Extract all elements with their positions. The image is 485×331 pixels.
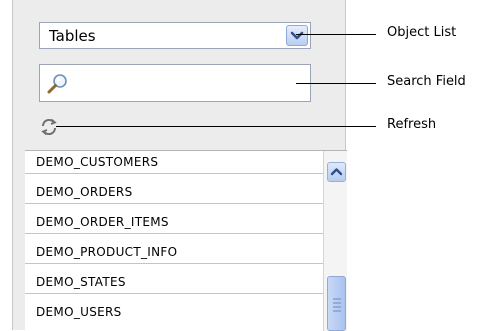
object-list-callout-label: Object List [387, 25, 457, 40]
refresh-callout-label: Refresh [387, 117, 437, 132]
magnifier-icon [47, 74, 67, 94]
table-name: DEMO_STATES [36, 275, 126, 289]
object-list-value: Tables [49, 27, 96, 45]
refresh-button[interactable] [39, 117, 59, 137]
search-field-callout-label: Search Field [387, 74, 466, 89]
object-list-callout-line [296, 34, 376, 35]
table-name: DEMO_ORDER_ITEMS [36, 215, 169, 229]
chevron-down-icon [290, 31, 304, 40]
object-list-dropdown-button[interactable] [286, 25, 308, 46]
object-list-select[interactable]: Tables [39, 22, 311, 49]
scroll-thumb[interactable] [327, 276, 346, 331]
table-name: DEMO_ORDERS [36, 185, 133, 199]
table-name: DEMO_USERS [36, 305, 122, 319]
search-field-callout-line [296, 83, 376, 84]
search-field[interactable] [39, 64, 311, 102]
list-item[interactable]: DEMO_CUSTOMERS [25, 151, 323, 174]
list-item[interactable]: DEMO_ORDER_ITEMS [25, 211, 323, 234]
chevron-up-icon [330, 168, 343, 176]
table-list: DEMO_CUSTOMERS DEMO_ORDERS DEMO_ORDER_IT… [25, 150, 347, 331]
object-browser-panel: Tables DEMO_CUSTOMERS DEMO_ORDERS DEMO_O… [12, 0, 347, 331]
list-item[interactable]: DEMO_ORDERS [25, 181, 323, 204]
list-item[interactable]: DEMO_PRODUCT_INFO [25, 241, 323, 264]
scroll-up-button[interactable] [327, 162, 346, 182]
refresh-callout-line [56, 126, 376, 127]
list-item[interactable]: DEMO_STATES [25, 271, 323, 294]
table-name: DEMO_CUSTOMERS [36, 155, 159, 169]
list-scrollbar[interactable] [323, 151, 347, 331]
refresh-icon [41, 118, 57, 136]
grip-icon [333, 298, 341, 312]
list-item[interactable]: DEMO_USERS [25, 301, 323, 324]
table-name: DEMO_PRODUCT_INFO [36, 245, 178, 259]
